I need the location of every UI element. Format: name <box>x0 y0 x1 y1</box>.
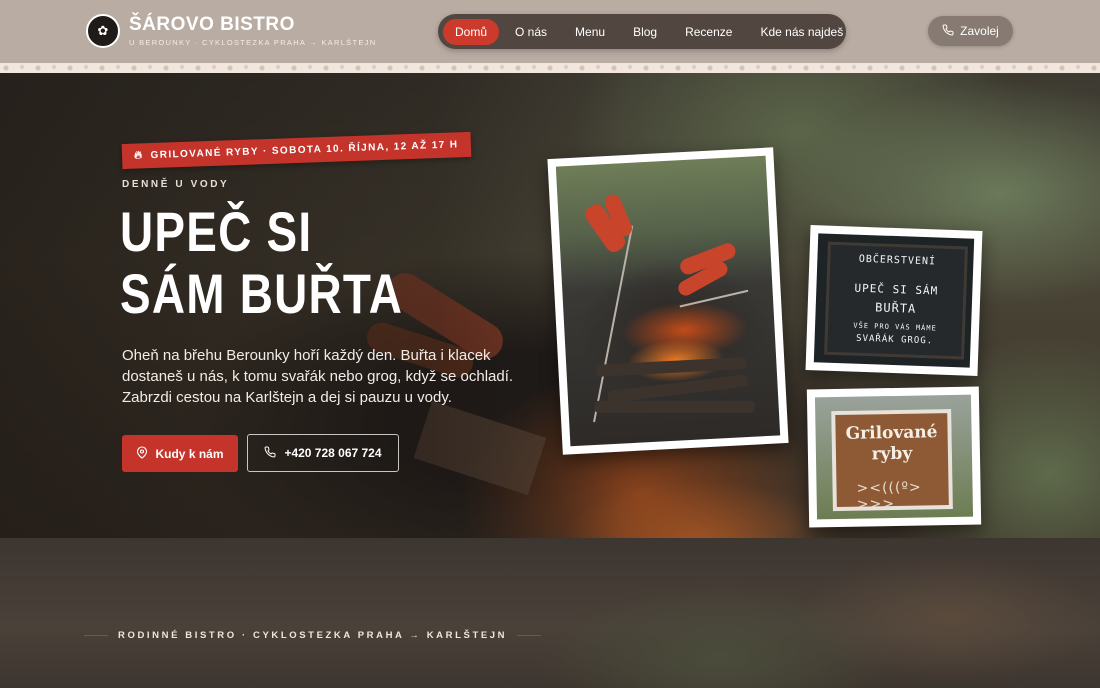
hero-section: 🔥︎ GRILOVANÉ RYBY · SOBOTA 10. ŘÍJNA, 12… <box>0 73 1100 538</box>
chalkboard-line: SVAŘÁK GROG. <box>855 333 934 347</box>
logo-badge-icon: ✿ <box>86 14 120 48</box>
nav-item-kde-nas-najdes[interactable]: Kde nás najdeš <box>748 19 855 45</box>
chalkboard-line: UPEČ SI SÁM <box>854 281 939 298</box>
photo-chalkboard[interactable]: OBČERSTVENÍ UPEČ SI SÁM BUŘTA VŠE PRO VÁ… <box>805 225 983 376</box>
phone-icon <box>264 445 276 461</box>
hero-lead: Oheň na břehu Berounky hoří každý den. B… <box>122 347 514 406</box>
sign-line: ryby <box>871 443 913 465</box>
flame-icon: 🔥︎ <box>133 149 144 162</box>
brand-name: ŠÁROVO BISTRO <box>129 14 295 35</box>
photo-grill-sausages[interactable] <box>547 147 789 455</box>
chalkboard: OBČERSTVENÍ UPEČ SI SÁM BUŘTA VŠE PRO VÁ… <box>824 241 968 360</box>
call-button-label: Zavolej <box>960 24 999 38</box>
site-header: ✿ ŠÁROVO BISTRO U BEROUNKY · CYKLOSTEZKA… <box>0 0 1100 63</box>
hero-headline-line-2: SÁM BUŘTA <box>120 262 404 325</box>
brand-text: ŠÁROVO BISTRO U BEROUNKY · CYKLOSTEZKA P… <box>129 14 377 48</box>
main-nav: Domů O nás Menu Blog Recenze Kde nás naj… <box>438 14 846 49</box>
hero-kicker: DENNĚ U VODY <box>122 179 230 190</box>
nav-item-menu[interactable]: Menu <box>563 19 617 45</box>
photo-sign-image: Grilované ryby ><(((º> >>> <box>814 394 974 520</box>
nav-item-domu[interactable]: Domů <box>443 18 500 45</box>
tagline-rule-left <box>84 635 108 636</box>
nav-item-o-nas[interactable]: O nás <box>503 19 559 45</box>
brand-subtitle: U BEROUNKY · CYKLOSTEZKA PRAHA → KARLŠTE… <box>129 38 377 47</box>
burning-log <box>596 356 747 377</box>
sign-line: Grilované <box>845 422 938 444</box>
directions-button[interactable]: Kudy k nám <box>122 435 238 472</box>
chalkboard-line: BUŘTA <box>874 300 917 316</box>
wooden-sign: Grilované ryby ><(((º> >>> <box>831 408 953 513</box>
tagline-text: RODINNÉ BISTRO · CYKLOSTEZKA PRAHA → KAR… <box>118 630 508 641</box>
chalkboard-line: VŠE PRO VÁS MÁME <box>853 321 937 333</box>
hero-headline-line-1: UPEČ SI <box>120 200 313 263</box>
burning-log <box>594 400 755 413</box>
hero-headline: UPEČ SI SÁM BUŘTA <box>120 201 520 325</box>
photo-grilled-fish-sign[interactable]: Grilované ryby ><(((º> >>> <box>806 386 982 528</box>
tagline-rule-right <box>517 635 542 636</box>
nav-item-blog[interactable]: Blog <box>621 19 669 45</box>
call-button[interactable]: Zavolej <box>928 16 1013 46</box>
chalkboard-line: OBČERSTVENÍ <box>858 253 937 268</box>
photo-chalkboard-image: OBČERSTVENÍ UPEČ SI SÁM BUŘTA VŠE PRO VÁ… <box>813 233 975 368</box>
location-pin-icon <box>136 445 148 462</box>
burning-log <box>607 374 748 404</box>
section-tagline: RODINNÉ BISTRO · CYKLOSTEZKA PRAHA → KAR… <box>74 630 551 641</box>
directions-button-label: Kudy k nám <box>155 446 224 461</box>
fish-icon: ><(((º> >>> <box>856 479 922 513</box>
phone-number-button[interactable]: +420 728 067 724 <box>247 434 399 472</box>
phone-number-label: +420 728 067 724 <box>284 446 382 460</box>
intro-section: RODINNÉ BISTRO · CYKLOSTEZKA PRAHA → KAR… <box>0 538 1100 688</box>
brand-logo[interactable]: ✿ ŠÁROVO BISTRO U BEROUNKY · CYKLOSTEZKA… <box>86 14 376 48</box>
event-badge-label: GRILOVANÉ RYBY · SOBOTA 10. ŘÍJNA, 12 AŽ… <box>150 139 459 162</box>
decorative-pattern-strip <box>0 63 1100 73</box>
nav-item-recenze[interactable]: Recenze <box>673 19 744 45</box>
phone-icon <box>942 23 954 39</box>
photo-grill-image <box>555 155 781 447</box>
